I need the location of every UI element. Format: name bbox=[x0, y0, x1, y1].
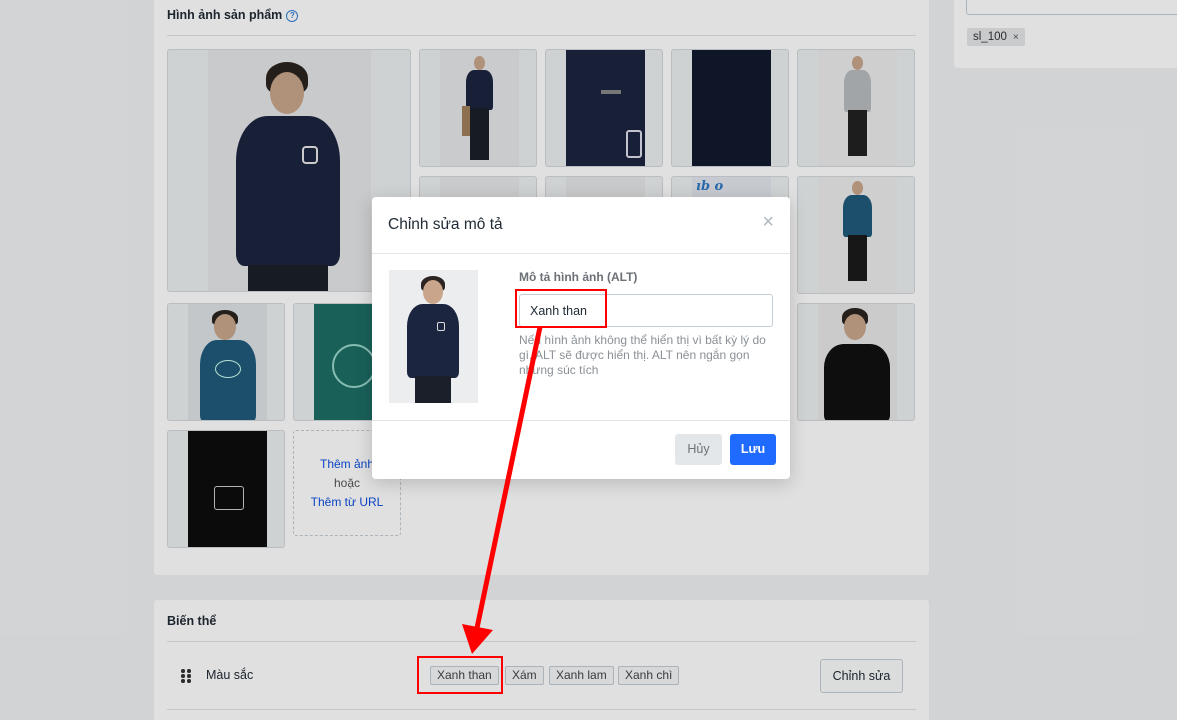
annotation-arrow bbox=[462, 326, 543, 654]
